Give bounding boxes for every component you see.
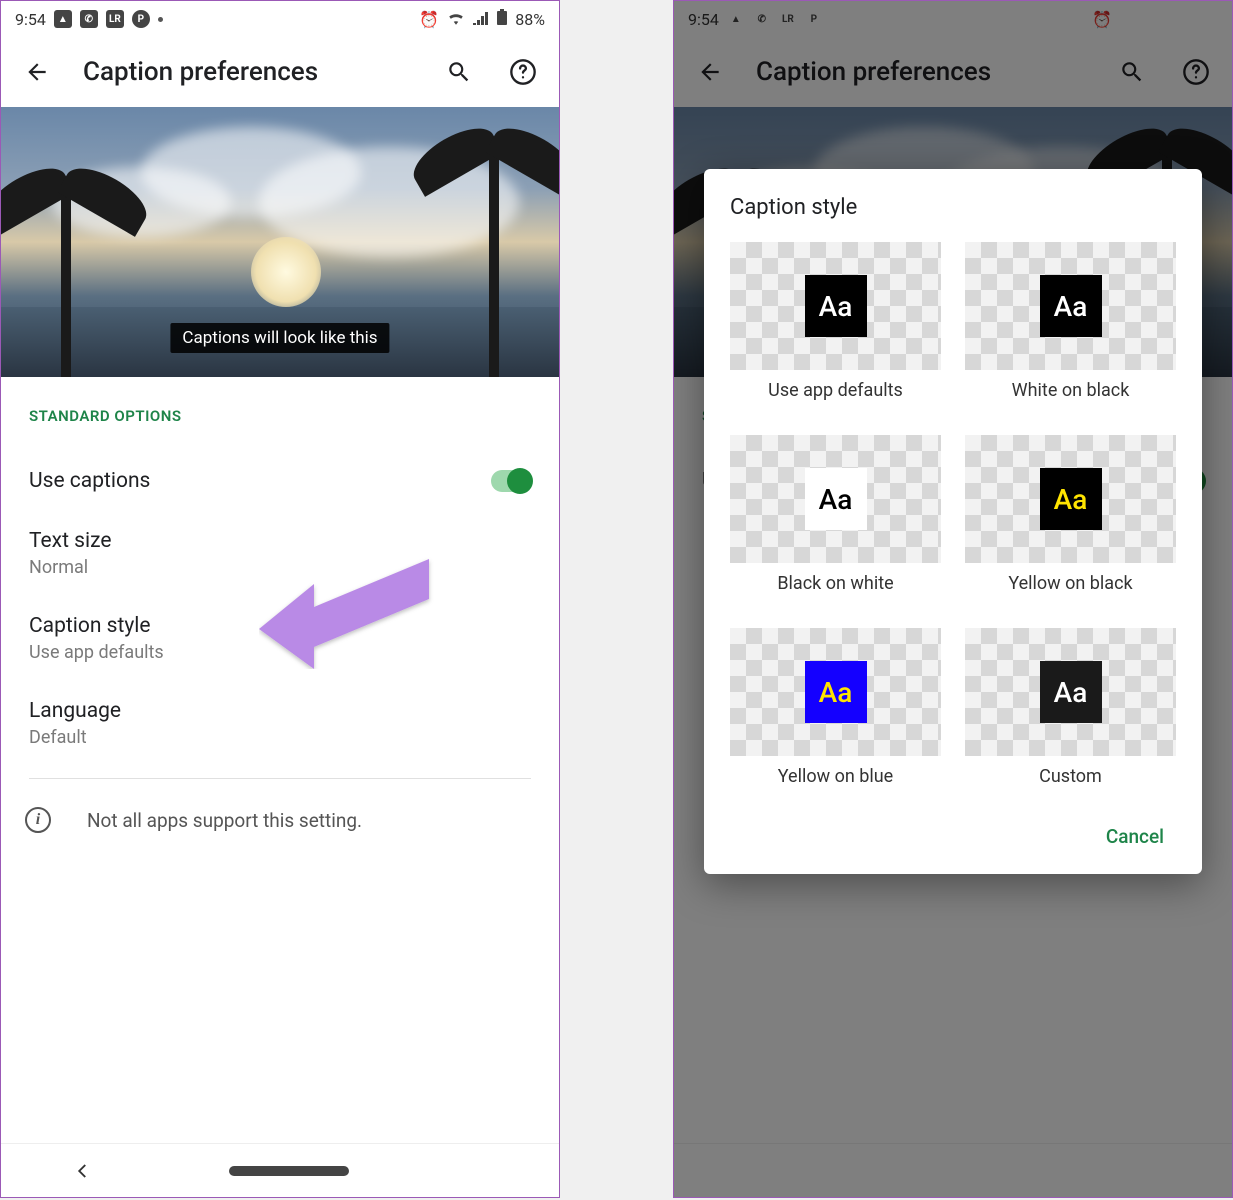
opt-black-on-white[interactable]: Aa Black on white — [730, 435, 941, 594]
battery-percent: 88% — [515, 10, 545, 29]
wifi-icon — [447, 10, 465, 29]
sample-caption: Captions will look like this — [170, 323, 389, 353]
help-button[interactable] — [505, 54, 541, 90]
info-row: i Not all apps support this setting. — [29, 778, 531, 861]
opt-white-on-black[interactable]: Aa White on black — [965, 242, 1176, 401]
row-text-size[interactable]: Text size Normal — [29, 511, 531, 596]
section-label: STANDARD OPTIONS — [29, 407, 531, 425]
pinterest-icon: P — [132, 10, 150, 28]
battery-icon — [497, 9, 507, 29]
phone-right: 9:54 ▲ ✆ LR P ⏰ 88% Caption preferences — [673, 0, 1233, 1198]
opt-yellow-on-blue[interactable]: Aa Yellow on blue — [730, 628, 941, 787]
whatsapp-icon: ✆ — [80, 10, 98, 28]
signal-icon — [473, 10, 489, 29]
nav-bar — [1, 1143, 559, 1197]
caption-style-dialog: Caption style Aa Use app defaults Aa Whi… — [704, 169, 1202, 874]
back-button[interactable] — [19, 54, 55, 90]
app-bar: Caption preferences — [1, 37, 559, 107]
use-captions-toggle[interactable] — [491, 470, 531, 492]
cancel-button[interactable]: Cancel — [1094, 817, 1176, 856]
row-language[interactable]: Language Default — [29, 681, 531, 766]
search-button[interactable] — [441, 54, 477, 90]
dialog-title: Caption style — [730, 195, 1176, 220]
nav-back[interactable] — [65, 1153, 101, 1189]
opt-custom[interactable]: Aa Custom — [965, 628, 1176, 787]
settings-list: STANDARD OPTIONS Use captions Text size … — [1, 377, 559, 1143]
caption-preview: Captions will look like this — [1, 107, 559, 377]
more-notif-icon — [158, 17, 163, 22]
row-use-captions[interactable]: Use captions — [29, 451, 531, 511]
status-time: 9:54 — [15, 10, 46, 29]
nav-home[interactable] — [229, 1166, 349, 1176]
opt-yellow-on-black[interactable]: Aa Yellow on black — [965, 435, 1176, 594]
photo-icon: ▲ — [54, 10, 72, 28]
phone-left: 9:54 ▲ ✆ LR P ⏰ 88% Caption preferences — [0, 0, 560, 1198]
info-icon: i — [25, 807, 51, 833]
opt-app-defaults[interactable]: Aa Use app defaults — [730, 242, 941, 401]
alarm-icon: ⏰ — [419, 10, 439, 29]
row-caption-style[interactable]: Caption style Use app defaults — [29, 596, 531, 681]
page-title: Caption preferences — [83, 57, 413, 87]
lr-icon: LR — [106, 10, 124, 28]
status-bar: 9:54 ▲ ✆ LR P ⏰ 88% — [1, 1, 559, 37]
